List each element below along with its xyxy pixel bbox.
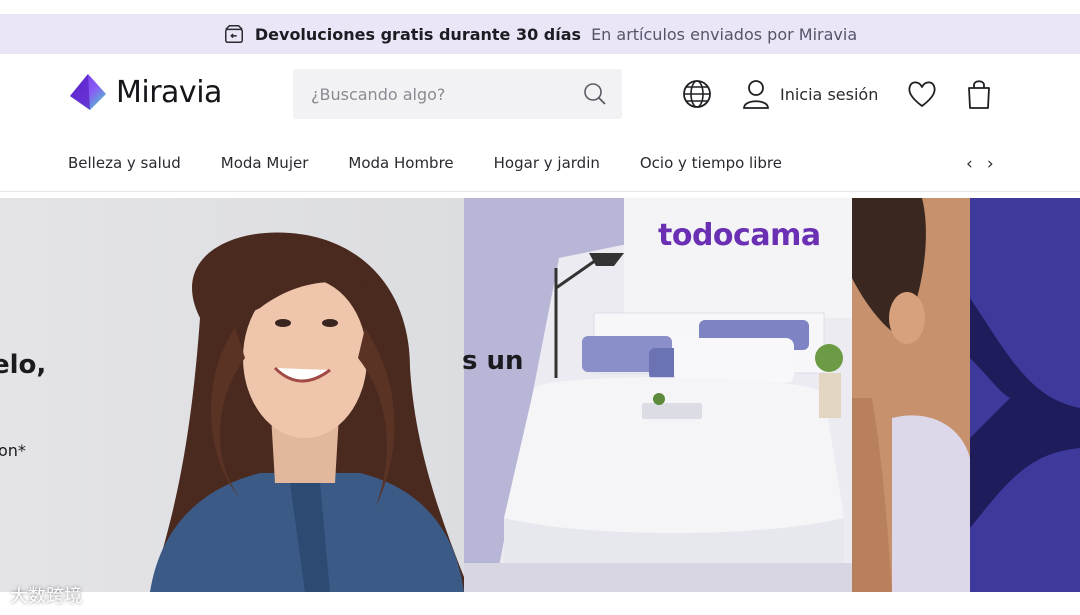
category-item-belleza-salud[interactable]: Belleza y salud — [68, 154, 181, 172]
signin-button[interactable]: Inicia sesión — [742, 79, 878, 109]
bag-icon[interactable] — [966, 79, 992, 109]
miravia-logo[interactable]: Miravia — [68, 72, 222, 112]
slide2-headline: s un — [462, 346, 524, 376]
chevron-right-icon[interactable]: › — [987, 154, 994, 174]
globe-icon[interactable] — [680, 77, 714, 111]
carousel-slide-fashion[interactable]: elo, . on* — [0, 198, 464, 592]
search-bar[interactable] — [293, 69, 622, 119]
search-input[interactable] — [311, 84, 582, 104]
fashion-model-image — [150, 232, 464, 592]
miravia-logo-icon — [70, 74, 106, 110]
beauty-model-image — [852, 198, 970, 592]
category-nav: Belleza y salud Moda Mujer Moda Hombre H… — [0, 140, 1080, 192]
search-icon[interactable] — [582, 81, 608, 107]
user-icon — [743, 80, 769, 109]
carousel-slide-bedding[interactable]: todocama — [464, 198, 852, 592]
carousel-slide-beauty[interactable] — [852, 198, 970, 592]
return-box-icon — [224, 25, 243, 43]
hero-carousel[interactable]: elo, . on* — [0, 198, 1080, 592]
signin-label: Inicia sesión — [780, 84, 879, 104]
promo-title: Devoluciones gratis durante 30 días — [254, 24, 582, 44]
category-item-ocio[interactable]: Ocio y tiempo libre — [640, 154, 782, 172]
logo-text: Miravia — [116, 74, 222, 110]
todocama-brand-logo: todocama — [658, 218, 821, 253]
bedroom-image — [464, 198, 852, 592]
page-footer-strip — [0, 592, 1080, 615]
abstract-graphic — [970, 198, 1080, 592]
slide1-headline: elo, . — [0, 350, 47, 418]
promo-subtitle: En artículos enviados por Miravia — [591, 24, 858, 44]
site-header: Miravia Inicia sesión — [0, 54, 1080, 134]
header-actions: Inicia sesión — [680, 76, 992, 112]
category-item-moda-hombre[interactable]: Moda Hombre — [348, 154, 453, 172]
chevron-left-icon[interactable]: ‹ — [966, 154, 973, 174]
category-item-moda-mujer[interactable]: Moda Mujer — [221, 154, 309, 172]
heart-icon[interactable] — [906, 79, 938, 109]
slide1-subline: on* — [0, 441, 26, 460]
category-scroll-arrows: ‹ › — [966, 154, 994, 174]
category-list: Belleza y salud Moda Mujer Moda Hombre H… — [68, 154, 782, 172]
promo-banner[interactable]: Devoluciones gratis durante 30 días En a… — [0, 14, 1080, 54]
carousel-slide-graphic[interactable] — [970, 198, 1080, 592]
watermark-text: 大数跨境 — [10, 586, 82, 607]
category-item-hogar-jardin[interactable]: Hogar y jardin — [494, 154, 600, 172]
